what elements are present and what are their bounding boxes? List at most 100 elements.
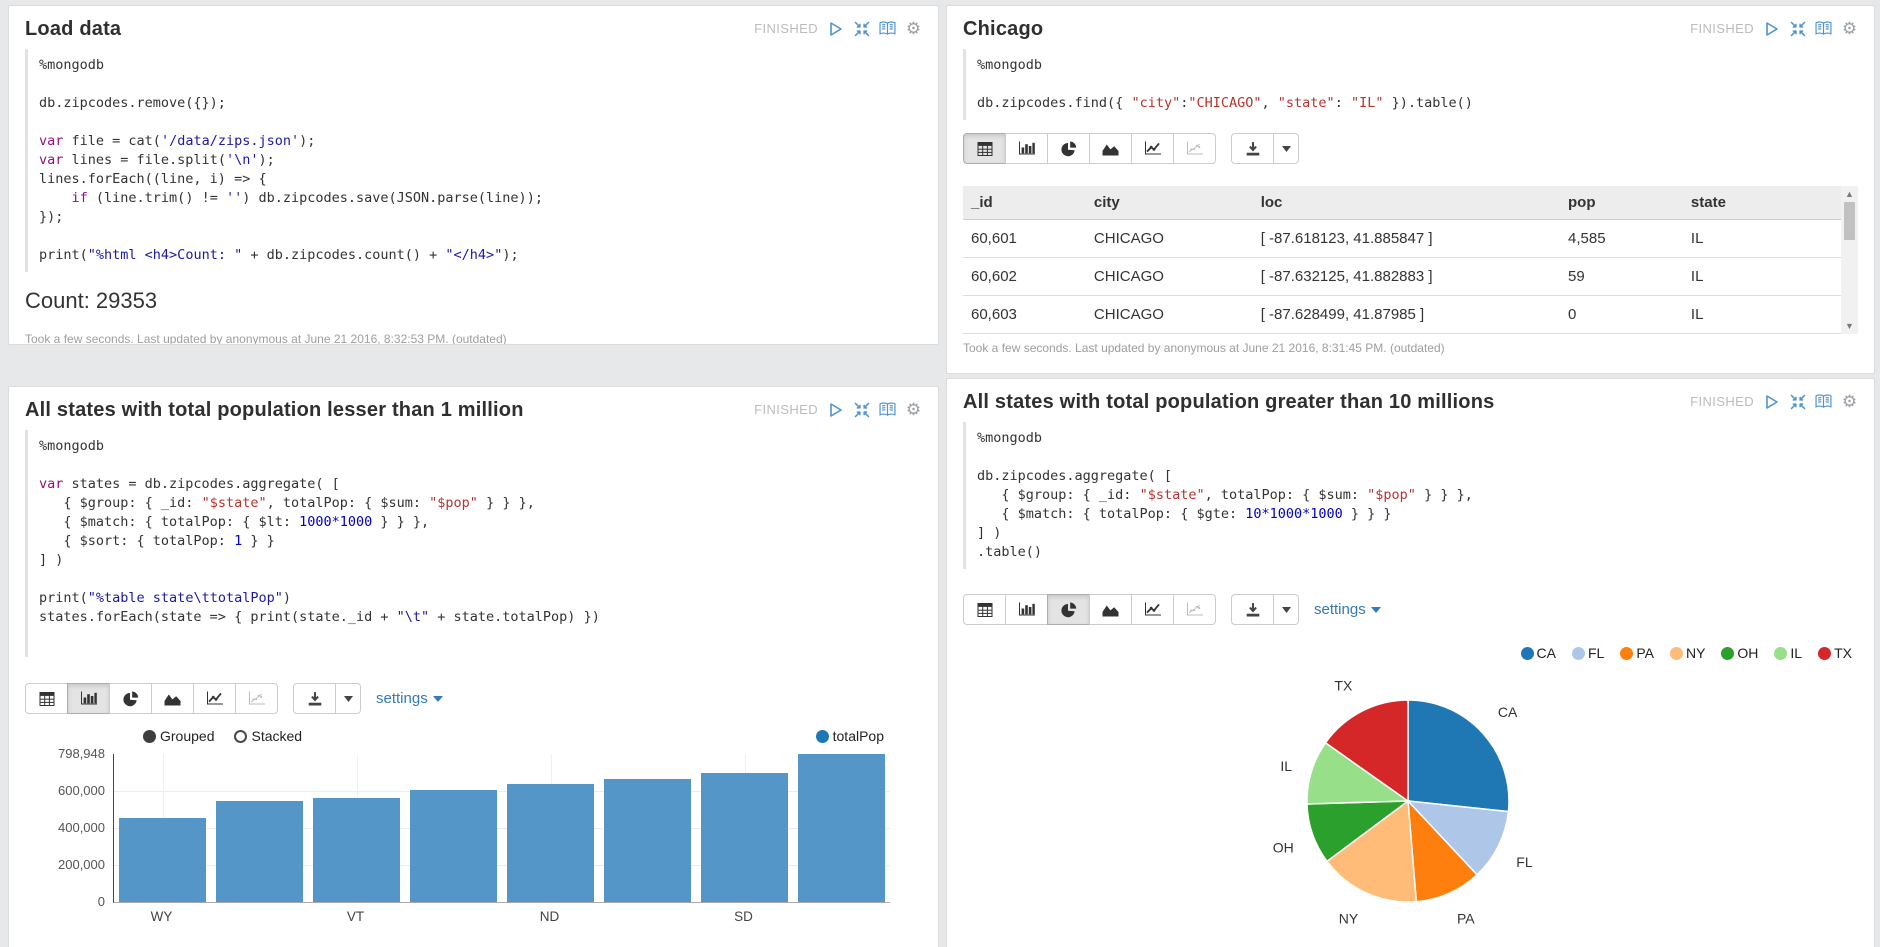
bar-chart: GroupedStackedtotalPop798,948600,000400,… (25, 728, 922, 930)
chart-toolbar (963, 133, 1858, 164)
bar-de[interactable] (604, 779, 691, 902)
table-scrollbar[interactable]: ▲ ▼ (1841, 186, 1858, 334)
scroll-down-icon[interactable]: ▼ (1841, 321, 1858, 331)
settings-link[interactable]: settings (376, 690, 443, 707)
legend-item-totalpop[interactable]: totalPop (816, 728, 884, 744)
code-line: ] ) (977, 524, 1850, 543)
collapse-icon[interactable] (853, 20, 870, 37)
line-chart-button[interactable] (1131, 594, 1174, 625)
table-chart-button[interactable] (963, 594, 1006, 625)
pie-chart: CAFLPANYOHILTX (947, 661, 1874, 931)
legend-item-fl[interactable]: FL (1572, 645, 1604, 661)
paragraph-controls: FINISHED ⚙ (754, 401, 922, 418)
scatter-chart-button[interactable] (235, 683, 278, 714)
pie-chart-button[interactable] (1047, 133, 1090, 164)
code-line: %mongodb (977, 429, 1850, 448)
scatter-chart-button[interactable] (1173, 133, 1216, 164)
code-line: %mongodb (39, 56, 914, 75)
download-caret-button[interactable] (335, 683, 361, 714)
line-chart-button[interactable] (1131, 133, 1174, 164)
area-chart-button[interactable] (1089, 594, 1132, 625)
code-line (39, 456, 914, 475)
show-editor-icon[interactable] (1815, 20, 1832, 37)
download-button[interactable] (293, 683, 336, 714)
legend-item-il[interactable]: IL (1774, 645, 1802, 661)
chart-type-group (963, 594, 1216, 625)
legend-item-tx[interactable]: TX (1818, 645, 1852, 661)
bar-mt[interactable] (798, 754, 885, 902)
code-editor[interactable]: %mongodb db.zipcodes.aggregate( [ { $gro… (963, 422, 1858, 569)
gear-icon[interactable]: ⚙ (905, 401, 922, 418)
show-editor-icon[interactable] (1815, 393, 1832, 410)
pie-slice-label: OH (1273, 840, 1294, 856)
run-icon[interactable] (827, 401, 844, 418)
legend-item-oh[interactable]: OH (1721, 645, 1758, 661)
legend-item-pa[interactable]: PA (1620, 645, 1654, 661)
status-badge: FINISHED (1690, 394, 1754, 409)
bar-chart-button[interactable] (1005, 133, 1048, 164)
legend-item-ny[interactable]: NY (1670, 645, 1705, 661)
mode-option-grouped[interactable]: Grouped (143, 728, 214, 744)
collapse-icon[interactable] (1789, 20, 1806, 37)
bar-ak[interactable] (216, 801, 303, 902)
scrollbar-thumb[interactable] (1844, 202, 1855, 240)
paragraph-footer: Took a few seconds. Last updated by anon… (25, 332, 922, 345)
code-editor[interactable]: %mongodb db.zipcodes.find({ "city":"CHIC… (963, 49, 1858, 120)
bar-sd[interactable] (701, 773, 788, 902)
line-chart-button[interactable] (193, 683, 236, 714)
table-row: 60,602CHICAGO[ -87.632125, 41.882883 ]59… (963, 258, 1841, 296)
settings-link[interactable]: settings (1314, 601, 1381, 618)
code-editor[interactable]: %mongodb db.zipcodes.remove({}); var fil… (25, 49, 922, 272)
run-icon[interactable] (1763, 20, 1780, 37)
pie-slice-ca[interactable] (1408, 700, 1509, 812)
code-line: print("%html <h4>Count: " + db.zipcodes.… (39, 246, 914, 265)
code-line: states.forEach(state => { print(state._i… (39, 608, 914, 627)
table-cell: CHICAGO (1086, 258, 1253, 296)
gear-icon[interactable]: ⚙ (1841, 20, 1858, 37)
bar-vt[interactable] (313, 798, 400, 902)
gear-icon[interactable]: ⚙ (905, 20, 922, 37)
legend-dot-icon (1721, 647, 1734, 660)
code-line (39, 570, 914, 589)
code-line: { $match: { totalPop: { $gte: 10*1000*10… (977, 505, 1850, 524)
area-chart-button[interactable] (151, 683, 194, 714)
run-icon[interactable] (827, 20, 844, 37)
code-line: { $group: { _id: "$state", totalPop: { $… (39, 494, 914, 513)
code-editor[interactable]: %mongodb var states = db.zipcodes.aggreg… (25, 430, 922, 657)
legend-item-ca[interactable]: CA (1521, 645, 1556, 661)
download-button[interactable] (1231, 133, 1274, 164)
legend-dot-icon (1572, 647, 1585, 660)
bar-chart-button[interactable] (67, 683, 110, 714)
bar-chart-button[interactable] (1005, 594, 1048, 625)
y-axis-tick-label: 798,948 (25, 746, 105, 761)
paragraph-title: All states with total population lesser … (25, 399, 524, 422)
table-cell: [ -87.618123, 41.885847 ] (1253, 220, 1560, 258)
collapse-icon[interactable] (853, 401, 870, 418)
paragraph-output-count: Count: 29353 (25, 288, 922, 314)
show-editor-icon[interactable] (879, 20, 896, 37)
table-chart-button[interactable] (963, 133, 1006, 164)
bar-wy[interactable] (119, 818, 206, 902)
download-button[interactable] (1231, 594, 1274, 625)
scroll-up-icon[interactable]: ▲ (1841, 189, 1858, 199)
area-chart-button[interactable] (1089, 133, 1132, 164)
download-caret-button[interactable] (1273, 594, 1299, 625)
pie-slice-label: PA (1457, 911, 1475, 927)
bar-dc[interactable] (410, 790, 497, 902)
radio-unselected-icon (234, 730, 247, 743)
table-chart-button[interactable] (25, 683, 68, 714)
pie-slice-label: IL (1280, 758, 1292, 774)
gear-icon[interactable]: ⚙ (1841, 393, 1858, 410)
run-icon[interactable] (1763, 393, 1780, 410)
pie-chart-button[interactable] (1047, 594, 1090, 625)
table-cell: [ -87.628499, 41.87985 ] (1253, 296, 1560, 334)
show-editor-icon[interactable] (879, 401, 896, 418)
code-line: { $sort: { totalPop: 1 } } (39, 532, 914, 551)
download-caret-button[interactable] (1273, 133, 1299, 164)
bar-nd[interactable] (507, 784, 594, 902)
collapse-icon[interactable] (1789, 393, 1806, 410)
paragraph-gt-10-millions: All states with total population greater… (946, 378, 1875, 947)
mode-option-stacked[interactable]: Stacked (234, 728, 302, 744)
pie-chart-button[interactable] (109, 683, 152, 714)
scatter-chart-button[interactable] (1173, 594, 1216, 625)
